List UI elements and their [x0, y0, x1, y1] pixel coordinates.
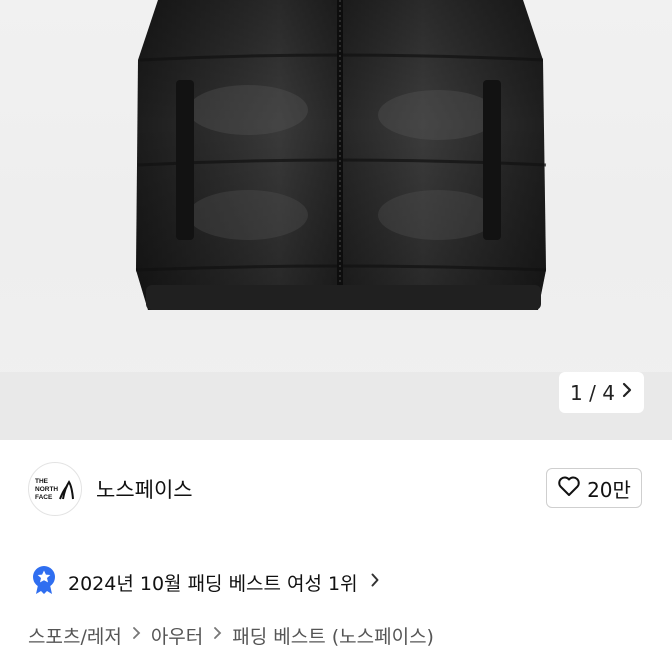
heart-icon [557, 475, 581, 502]
ranking-text: 2024년 10월 패딩 베스트 여성 1위 [68, 572, 358, 595]
svg-text:FACE: FACE [35, 494, 53, 501]
breadcrumb-item-sports[interactable]: 스포츠/레저 [28, 622, 122, 649]
chevron-right-icon[interactable] [621, 381, 633, 404]
like-count: 20만 [587, 477, 631, 502]
image-counter[interactable]: 1 / 4 [559, 372, 644, 413]
image-counter-text: 1 / 4 [570, 380, 615, 405]
like-button[interactable]: 20만 [546, 468, 642, 508]
breadcrumb-item-padding-vest[interactable]: 패딩 베스트 (노스페이스) [232, 622, 434, 649]
breadcrumb: 스포츠/레저 아우터 패딩 베스트 (노스페이스) [28, 620, 434, 650]
breadcrumb-item-outer[interactable]: 아우터 [151, 622, 203, 649]
chevron-right-icon [213, 625, 222, 645]
chevron-right-icon [370, 572, 380, 593]
ranking-link[interactable]: 2024년 10월 패딩 베스트 여성 1위 [30, 566, 380, 598]
brand-name[interactable]: 노스페이스 [96, 474, 193, 504]
product-image-vest [135, 0, 547, 310]
product-image-gallery[interactable]: 1 / 4 [0, 0, 672, 440]
svg-text:THE: THE [35, 478, 49, 485]
chevron-right-icon [132, 625, 141, 645]
brand-logo[interactable]: THE NORTH FACE [28, 462, 82, 516]
star-badge-icon [30, 565, 58, 599]
svg-text:NORTH: NORTH [35, 486, 58, 493]
product-title-cutoff [210, 662, 430, 672]
brand-row: THE NORTH FACE 노스페이스 20만 [0, 440, 672, 540]
